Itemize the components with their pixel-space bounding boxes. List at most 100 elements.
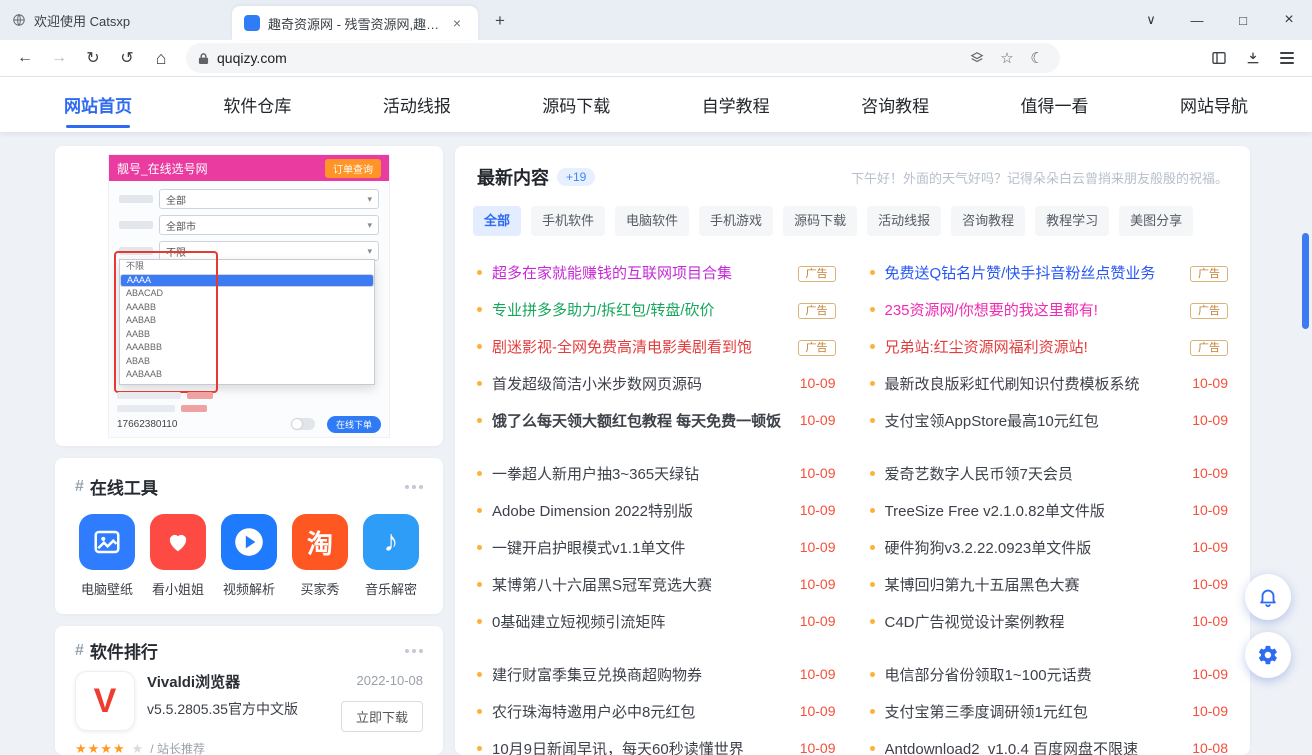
article-row[interactable]: TreeSize Free v2.1.0.82单文件版10-09	[870, 492, 1229, 529]
article-title[interactable]: 10月9日新闻早讯，每天60秒读懂世界	[492, 738, 744, 755]
dropdown-option[interactable]: ABAB	[120, 355, 374, 369]
article-title[interactable]: C4D广告视觉设计案例教程	[885, 611, 1065, 632]
dark-mode-icon[interactable]: ☾	[1026, 47, 1048, 69]
article-title[interactable]: 某博第八十六届黑S冠军竞选大赛	[492, 574, 712, 595]
tool-item[interactable]: 视频解析	[217, 514, 281, 598]
article-row[interactable]: 超多在家就能赚钱的互联网项目合集广告	[477, 254, 836, 291]
article-row[interactable]: 建行财富季集豆兑换商超购物券10-09	[477, 656, 836, 693]
filter-tab[interactable]: 电脑软件	[615, 206, 689, 236]
article-row[interactable]: 爱奇艺数字人民币领7天会员10-09	[870, 455, 1229, 492]
tab-close-icon[interactable]: ×	[448, 14, 466, 32]
minimize-button[interactable]: —	[1174, 0, 1220, 40]
dropdown-option[interactable]: 不限	[120, 260, 374, 274]
article-title[interactable]: 支付宝领AppStore最高10元红包	[885, 410, 1099, 431]
article-title[interactable]: 饿了么每天领大额红包教程 每天免费一顿饭	[492, 410, 781, 431]
software-item[interactable]: V Vivaldi浏览器 v5.5.2805.35官方中文版 2022-10-0…	[75, 671, 423, 731]
nav-item[interactable]: 网站导航	[1180, 77, 1248, 132]
article-row[interactable]: 专业拼多多助力/拆红包/转盘/砍价广告	[477, 291, 836, 328]
filter-tab[interactable]: 活动线报	[867, 206, 941, 236]
article-title[interactable]: 建行财富季集豆兑换商超购物券	[492, 664, 702, 685]
article-title[interactable]: 电信部分省份领取1~100元话费	[885, 664, 1092, 685]
article-title[interactable]: TreeSize Free v2.1.0.82单文件版	[885, 500, 1105, 521]
menu-icon[interactable]	[1272, 43, 1302, 73]
tool-item[interactable]: 电脑壁纸	[75, 514, 139, 598]
article-title[interactable]: 一拳超人新用户抽3~365天绿钻	[492, 463, 699, 484]
notification-float-button[interactable]	[1245, 574, 1291, 620]
article-row[interactable]: 235资源网/你想要的我这里都有!广告	[870, 291, 1229, 328]
article-title[interactable]: 超多在家就能赚钱的互联网项目合集	[492, 262, 732, 283]
article-row[interactable]: 首发超级简洁小米步数网页源码10-09	[477, 365, 836, 402]
bookmark-star-icon[interactable]: ☆	[996, 47, 1018, 69]
article-row[interactable]: 10月9日新闻早讯，每天60秒读懂世界10-09	[477, 730, 836, 755]
article-title[interactable]: Antdownload2_v1.0.4 百度网盘不限速	[885, 738, 1138, 755]
article-row[interactable]: 剧迷影视-全网免费高清电影美剧看到饱广告	[477, 328, 836, 365]
close-button[interactable]: ×	[1266, 0, 1312, 40]
settings-float-button[interactable]	[1245, 632, 1291, 678]
sidebar-panel-icon[interactable]	[1204, 43, 1234, 73]
forward-button[interactable]: →	[44, 43, 74, 73]
article-row[interactable]: C4D广告视觉设计案例教程10-09	[870, 603, 1229, 640]
filter-tab[interactable]: 手机游戏	[699, 206, 773, 236]
filter-tab[interactable]: 全部	[473, 206, 521, 236]
article-row[interactable]: Antdownload2_v1.0.4 百度网盘不限速10-08	[870, 730, 1229, 755]
tab-search-icon[interactable]: ∨	[1128, 0, 1174, 40]
tool-item[interactable]: 看小姐姐	[146, 514, 210, 598]
browser-tab-welcome[interactable]: 欢迎使用 Catsxp	[0, 0, 232, 40]
article-row[interactable]: 农行珠海特邀用户必中8元红包10-09	[477, 693, 836, 730]
article-title[interactable]: 免费送Q钻名片赞/快手抖音粉丝点赞业务	[885, 262, 1156, 283]
promo-select[interactable]: 不限▾	[159, 241, 379, 261]
article-title[interactable]: 专业拼多多助力/拆红包/转盘/砍价	[492, 299, 715, 320]
order-query-button[interactable]: 订单查询	[325, 159, 381, 178]
nav-item[interactable]: 咨询教程	[861, 77, 929, 132]
dropdown-option[interactable]: ABCABC	[120, 382, 374, 386]
nav-item[interactable]: 软件仓库	[223, 77, 291, 132]
article-title[interactable]: 首发超级简洁小米步数网页源码	[492, 373, 702, 394]
article-title[interactable]: 硬件狗狗v3.2.22.0923单文件版	[885, 537, 1092, 558]
article-row[interactable]: 最新改良版彩虹代刷知识付费模板系统10-09	[870, 365, 1229, 402]
article-title[interactable]: 剧迷影视-全网免费高清电影美剧看到饱	[492, 336, 752, 357]
dropdown-option[interactable]: AABB	[120, 328, 374, 342]
article-row[interactable]: 某博第八十六届黑S冠军竞选大赛10-09	[477, 566, 836, 603]
dropdown-option[interactable]: AAABBB	[120, 341, 374, 355]
browser-tab-site[interactable]: 趣奇资源网 - 残雪资源网,趣味奇妙... ×	[232, 6, 478, 40]
undo-button[interactable]: ↺	[112, 43, 142, 73]
software-name[interactable]: Vivaldi浏览器	[147, 671, 240, 692]
nav-item[interactable]: 源码下载	[542, 77, 610, 132]
promo-select[interactable]: 全部▾	[159, 189, 379, 209]
article-row[interactable]: 一拳超人新用户抽3~365天绿钻10-09	[477, 455, 836, 492]
article-row[interactable]: 支付宝领AppStore最高10元红包10-09	[870, 402, 1229, 439]
article-title[interactable]: 一键开启护眼模式v1.1单文件	[492, 537, 685, 558]
promo-select[interactable]: 全部市▾	[159, 215, 379, 235]
article-row[interactable]: 免费送Q钻名片赞/快手抖音粉丝点赞业务广告	[870, 254, 1229, 291]
dropdown-option[interactable]: ABACAD	[120, 287, 374, 301]
nav-item[interactable]: 网站首页	[64, 77, 132, 132]
filter-tab[interactable]: 美图分享	[1119, 206, 1193, 236]
article-title[interactable]: 爱奇艺数字人民币领7天会员	[885, 463, 1073, 484]
nav-item[interactable]: 活动线报	[383, 77, 451, 132]
dropdown-option[interactable]: AAABB	[120, 301, 374, 315]
order-now-button[interactable]: 在线下单	[327, 416, 381, 433]
article-title[interactable]: 235资源网/你想要的我这里都有!	[885, 299, 1098, 320]
toggle-switch[interactable]	[291, 418, 315, 430]
download-button[interactable]: 立即下载	[341, 701, 423, 732]
filter-tab[interactable]: 教程学习	[1035, 206, 1109, 236]
dropdown-option[interactable]: AABAAB	[120, 368, 374, 382]
dropdown-option[interactable]: AAAA	[120, 274, 374, 288]
filter-tab[interactable]: 手机软件	[531, 206, 605, 236]
nav-item[interactable]: 自学教程	[702, 77, 770, 132]
article-row[interactable]: 某博回归第九十五届黑色大赛10-09	[870, 566, 1229, 603]
tool-item[interactable]: 淘买家秀	[288, 514, 352, 598]
article-row[interactable]: 兄弟站:红尘资源网福利资源站!广告	[870, 328, 1229, 365]
promo-card[interactable]: 靓号_在线选号网 订单查询 全部▾全部市▾不限▾ 不限AAAAABACADAAA…	[55, 146, 443, 446]
article-title[interactable]: 兄弟站:红尘资源网福利资源站!	[885, 336, 1088, 357]
scrollbar-thumb[interactable]	[1302, 233, 1309, 329]
article-title[interactable]: 0基础建立短视频引流矩阵	[492, 611, 665, 632]
article-title[interactable]: 最新改良版彩虹代刷知识付费模板系统	[885, 373, 1140, 394]
more-menu-icon[interactable]	[405, 485, 423, 489]
address-bar[interactable]: quqizy.com ☆ ☾	[186, 43, 1060, 73]
layers-icon[interactable]	[966, 47, 988, 69]
filter-tab[interactable]: 源码下载	[783, 206, 857, 236]
article-title[interactable]: 支付宝第三季度调研领1元红包	[885, 701, 1088, 722]
reload-button[interactable]: ↻	[78, 43, 108, 73]
filter-tab[interactable]: 咨询教程	[951, 206, 1025, 236]
